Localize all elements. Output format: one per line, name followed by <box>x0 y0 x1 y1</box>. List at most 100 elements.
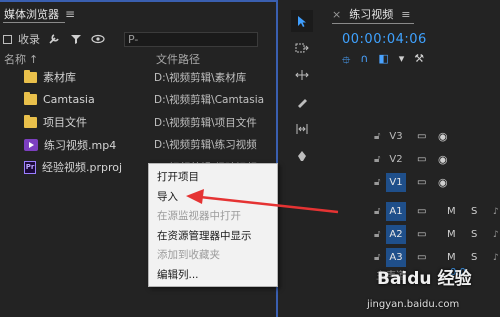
toggle-sync-icon[interactable]: ▭ <box>417 229 426 240</box>
media-browser-title[interactable]: 媒体浏览器 <box>4 6 59 22</box>
premiere-project-icon: Pr <box>24 160 36 174</box>
favorites-checkbox[interactable] <box>3 34 12 44</box>
media-browser-tab[interactable]: 媒体浏览器 ≡ <box>4 6 75 22</box>
solo-button[interactable]: S <box>471 229 477 240</box>
sort-ascending-icon: ↑ <box>29 52 39 66</box>
tools-panel <box>288 8 316 317</box>
track-label[interactable]: A2 <box>386 225 406 244</box>
linked-selection-icon[interactable]: ◧ <box>378 52 388 71</box>
item-name: 项目文件 <box>43 116 87 130</box>
item-name: Camtasia <box>43 93 95 107</box>
lock-icon[interactable]: 🔓︎ <box>374 229 380 240</box>
panel-menu-icon[interactable]: ≡ <box>65 7 75 21</box>
playhead-timecode[interactable]: 00:00:04:06 <box>342 32 427 47</box>
solo-button[interactable]: S <box>471 252 477 263</box>
lock-icon[interactable]: 🔓︎ <box>374 177 380 188</box>
tab-underline <box>3 22 65 23</box>
track-header-a1: 🔓︎ A1 ▭ M S ♪ <box>322 200 500 223</box>
item-path: D:\视频剪辑\Camtasia <box>154 94 265 107</box>
file-list-header: 名称 ↑ 文件路径 <box>0 51 276 67</box>
toggle-sync-icon[interactable]: ▭ <box>417 154 426 165</box>
item-name: 素材库 <box>43 71 76 85</box>
column-name-label: 名称 <box>4 53 26 66</box>
context-menu: 打开项目 导入 在源监视器中打开 在资源管理器中显示 添加到收藏夹 编辑列... <box>148 163 278 287</box>
snap-magnet-icon[interactable]: ∩ <box>360 52 368 71</box>
favorites-label: 收录 <box>18 33 40 46</box>
mute-button[interactable]: M <box>447 229 456 240</box>
list-item[interactable]: 练习视频.mp4 D:\视频剪辑\练习视频 <box>0 134 276 157</box>
track-label[interactable]: V3 <box>386 127 406 146</box>
watermark-url: jingyan.baidu.com <box>367 299 460 310</box>
eye-icon[interactable] <box>90 32 106 46</box>
item-name: 练习视频.mp4 <box>44 138 117 152</box>
timeline-tab[interactable]: × 练习视频 ≡ <box>332 6 410 22</box>
close-icon[interactable]: × <box>332 8 341 21</box>
track-label[interactable]: V1 <box>386 173 406 192</box>
add-marker-icon[interactable]: ▾ <box>399 52 405 71</box>
folder-icon <box>24 114 37 128</box>
track-select-tool-icon[interactable] <box>291 37 313 59</box>
track-label[interactable]: A1 <box>386 202 406 221</box>
panel-menu-icon[interactable]: ≡ <box>401 8 410 21</box>
razor-tool-icon[interactable] <box>291 91 313 113</box>
wrench-icon[interactable]: ⚒ <box>414 52 424 71</box>
mic-icon[interactable]: ♪ <box>493 230 499 240</box>
sequence-title[interactable]: 练习视频 <box>349 6 393 22</box>
timeline-toolbar: ⯐ ∩ ◧ ▾ ⚒ <box>342 52 424 71</box>
list-item[interactable]: 项目文件 D:\视频剪辑\项目文件 <box>0 111 276 134</box>
column-name[interactable]: 名称 ↑ <box>0 51 154 67</box>
folder-icon <box>24 69 37 83</box>
menu-item-edit-columns[interactable]: 编辑列... <box>149 265 277 285</box>
pen-tool-icon[interactable] <box>291 145 313 167</box>
lock-icon[interactable]: 🔓︎ <box>374 131 380 142</box>
item-name: 经验视频.prproj <box>42 161 123 175</box>
panel-focus-border <box>0 0 278 2</box>
column-path-label: 文件路径 <box>156 53 200 66</box>
list-item[interactable]: 素材库 D:\视频剪辑\素材库 <box>0 66 276 89</box>
item-path: D:\视频剪辑\练习视频 <box>154 139 257 152</box>
menu-item-reveal-in-explorer[interactable]: 在资源管理器中显示 <box>149 226 277 246</box>
solo-button[interactable]: S <box>471 206 477 217</box>
mic-icon[interactable]: ♪ <box>493 253 499 263</box>
search-placeholder: P- <box>128 32 139 46</box>
file-list: 素材库 D:\视频剪辑\素材库 Camtasia D:\视频剪辑\Camtasi… <box>0 66 276 179</box>
folder-icon <box>24 92 37 106</box>
tab-underline <box>332 23 414 24</box>
item-path: D:\视频剪辑\项目文件 <box>154 116 257 129</box>
ripple-edit-tool-icon[interactable] <box>291 64 313 86</box>
menu-item-import[interactable]: 导入 <box>149 187 277 207</box>
nest-icon[interactable]: ⯐ <box>342 52 350 71</box>
filter-icon[interactable] <box>68 32 84 46</box>
toggle-sync-icon[interactable]: ▭ <box>417 131 426 142</box>
toggle-sync-icon[interactable]: ▭ <box>417 177 426 188</box>
media-browser-toolbar: 收录 P- <box>3 30 275 48</box>
lock-icon[interactable]: 🔓︎ <box>374 206 380 217</box>
track-header-v1: 🔓︎ V1 ▭ ◉ <box>322 171 500 194</box>
search-input[interactable]: P- <box>124 31 258 47</box>
lock-icon[interactable]: 🔓︎ <box>374 154 380 165</box>
selection-tool-icon[interactable] <box>291 10 313 32</box>
menu-item-add-to-favorites: 添加到收藏夹 <box>157 249 220 262</box>
toggle-sync-icon[interactable]: ▭ <box>417 206 426 217</box>
toggle-sync-icon[interactable]: ▭ <box>417 252 426 263</box>
wrench-icon[interactable] <box>46 32 62 46</box>
column-path[interactable]: 文件路径 <box>154 51 200 67</box>
track-header-v2: 🔓︎ V2 ▭ ◉ <box>322 148 500 171</box>
video-file-icon <box>24 138 38 151</box>
item-path: D:\视频剪辑\素材库 <box>154 71 247 84</box>
mic-icon[interactable]: ♪ <box>493 207 499 217</box>
track-label[interactable]: V2 <box>386 150 406 169</box>
mute-button[interactable]: M <box>447 206 456 217</box>
track-header-a2: 🔓︎ A2 ▭ M S ♪ <box>322 223 500 246</box>
eye-icon[interactable]: ◉ <box>438 153 448 166</box>
list-item[interactable]: Camtasia D:\视频剪辑\Camtasia <box>0 89 276 112</box>
mute-button[interactable]: M <box>447 252 456 263</box>
eye-icon[interactable]: ◉ <box>438 176 448 189</box>
watermark-logo: Baidu 经验 <box>377 269 472 289</box>
track-header-v3: 🔓︎ V3 ▭ ◉ <box>322 125 500 148</box>
eye-icon[interactable]: ◉ <box>438 130 448 143</box>
slip-tool-icon[interactable] <box>291 118 313 140</box>
menu-item-open-project[interactable]: 打开项目 <box>149 167 277 187</box>
lock-icon[interactable]: 🔓︎ <box>374 252 380 263</box>
track-headers: 🔓︎ V3 ▭ ◉ 🔓︎ V2 ▭ ◉ 🔓︎ V1 ▭ ◉ 🔓︎ A1 ▭ M … <box>322 125 500 269</box>
